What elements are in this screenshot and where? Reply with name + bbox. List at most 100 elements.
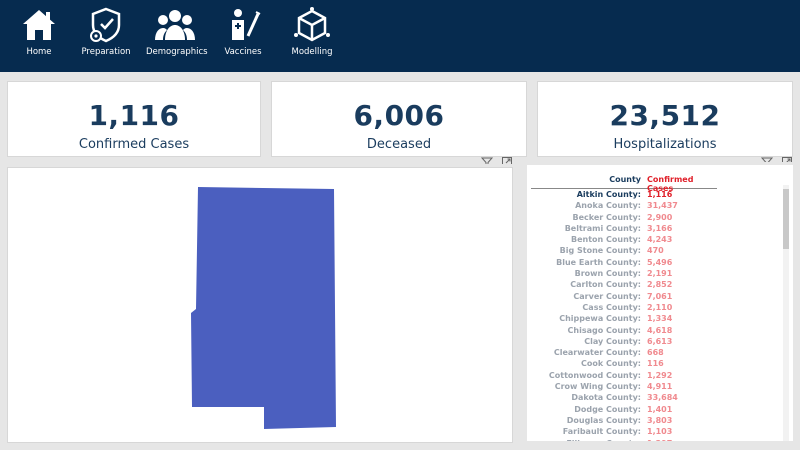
nav-demographics-label: Demographics xyxy=(146,47,208,57)
cube-network-icon xyxy=(294,7,330,42)
confirmed-cases-cell: 1,116 xyxy=(647,190,673,199)
county-name-cell: Crow Wing County: xyxy=(554,382,641,392)
table-row[interactable]: Chippewa County: 1,334 xyxy=(531,313,717,324)
county-name-cell: Fillmore County: xyxy=(566,438,641,444)
county-name-cell: Carlton County: xyxy=(570,280,641,290)
nav-modelling-button[interactable]: Modelling xyxy=(288,6,336,57)
confirmed-cases-cell: 7,061 xyxy=(647,291,673,301)
table-row[interactable]: Blue Earth County: 5,496 xyxy=(531,257,717,268)
confirmed-cases-cell: 31,437 xyxy=(647,201,678,211)
confirmed-cases-cell: 3,166 xyxy=(647,223,673,233)
table-header: County Confirmed Cases xyxy=(531,171,717,193)
table-row[interactable]: Aitkin County: 1,116 xyxy=(531,189,717,200)
county-name-cell: Chippewa County: xyxy=(559,314,641,324)
nav-vaccines-button[interactable]: Vaccines xyxy=(222,6,264,57)
table-row[interactable]: Cook County: 116 xyxy=(531,358,717,369)
scrollbar-thumb[interactable] xyxy=(783,189,789,249)
confirmed-cases-cell: 1,297 xyxy=(647,438,673,444)
county-name-cell: Faribault County: xyxy=(562,427,641,437)
table-row[interactable]: Faribault County: 1,103 xyxy=(531,426,717,437)
table-row[interactable]: Cottonwood County: 1,292 xyxy=(531,370,717,381)
nav-home-button[interactable]: Home xyxy=(16,6,62,57)
table-row[interactable]: Clearwater County: 668 xyxy=(531,347,717,358)
table-row[interactable]: Cass County: 2,110 xyxy=(531,302,717,313)
county-name-cell: Cass County: xyxy=(582,302,641,312)
vaccine-icon xyxy=(232,9,261,40)
table-row[interactable]: Carlton County: 2,852 xyxy=(531,279,717,290)
county-name-cell: Aitkin County: xyxy=(576,190,641,199)
kpi-label-confirmed-cases: Confirmed Cases xyxy=(78,137,190,152)
confirmed-cases-cell: 1,103 xyxy=(647,427,673,437)
kpi-label-deceased: Deceased xyxy=(366,137,432,152)
county-name-cell: Cook County: xyxy=(581,359,641,369)
people-icon xyxy=(155,10,195,40)
nav-modelling-label: Modelling xyxy=(291,47,333,57)
county-name-cell: Carver County: xyxy=(573,291,641,301)
county-cases-table: County Confirmed Cases Aitkin County: 1,1… xyxy=(524,162,796,444)
table-row[interactable]: Anoka County: 31,437 xyxy=(531,200,717,211)
confirmed-cases-cell: 1,292 xyxy=(647,370,673,380)
nav-vaccines-label: Vaccines xyxy=(224,47,262,57)
table-scrollbar[interactable] xyxy=(783,185,789,441)
top-navigation-bar: Home Preparation Demographics Vaccines M… xyxy=(0,0,800,72)
confirmed-cases-cell: 2,191 xyxy=(647,269,673,279)
kpi-value-deceased: 6,006 xyxy=(353,99,445,132)
confirmed-cases-cell: 1,334 xyxy=(647,314,673,324)
county-name-cell: Big Stone County: xyxy=(559,246,641,256)
table-row[interactable]: Brown County: 2,191 xyxy=(531,268,717,279)
table-row[interactable]: Dodge County: 1,401 xyxy=(531,404,717,415)
county-name-cell: Clay County: xyxy=(584,336,641,346)
table-row[interactable]: Crow Wing County: 4,911 xyxy=(531,381,717,392)
county-name-cell: Brown County: xyxy=(574,269,641,279)
county-name-cell: Douglas County: xyxy=(566,415,641,425)
confirmed-cases-cell: 470 xyxy=(647,246,664,256)
table-row[interactable]: Clay County: 6,613 xyxy=(531,336,717,347)
county-name-cell: Chisago County: xyxy=(567,325,641,335)
kpi-label-hospitalizations: Hospitalizations xyxy=(613,137,717,152)
county-name-cell: Blue Earth County: xyxy=(556,257,641,267)
confirmed-cases-cell: 2,852 xyxy=(647,280,673,290)
confirmed-cases-cell: 1,401 xyxy=(647,404,673,414)
kpi-card-confirmed-cases: 1,116 Confirmed Cases xyxy=(4,78,264,160)
nav-home-label: Home xyxy=(26,47,52,57)
table-row[interactable]: Fillmore County: 1,297 xyxy=(531,438,717,444)
nav-preparation-label: Preparation xyxy=(81,47,131,57)
county-name-cell: Anoka County: xyxy=(575,201,641,211)
confirmed-cases-cell: 3,803 xyxy=(647,415,673,425)
county-name-cell: Dodge County: xyxy=(574,404,641,414)
table-row[interactable]: Benton County: 4,243 xyxy=(531,234,717,245)
table-row[interactable]: Douglas County: 3,803 xyxy=(531,415,717,426)
table-body: Aitkin County: 1,116 Anoka County: 31,437 Be… xyxy=(531,189,717,444)
county-name-cell: Dakota County: xyxy=(571,393,641,403)
table-row[interactable]: Chisago County: 4,618 xyxy=(531,325,717,336)
aitkin-county-shape[interactable] xyxy=(191,187,336,429)
confirmed-cases-cell: 2,900 xyxy=(647,212,673,222)
table-row[interactable]: Beltrami County: 3,166 xyxy=(531,223,717,234)
kpi-card-deceased: 6,006 Deceased xyxy=(268,78,530,160)
map-visual[interactable] xyxy=(4,164,516,446)
confirmed-cases-cell: 4,243 xyxy=(647,235,673,245)
home-icon xyxy=(23,10,55,40)
kpi-card-hospitalizations: 23,512 Hospitalizations xyxy=(534,78,796,160)
nav-preparation-button[interactable]: Preparation xyxy=(80,6,132,57)
confirmed-cases-cell: 668 xyxy=(647,348,664,358)
confirmed-cases-cell: 116 xyxy=(647,359,664,369)
kpi-value-confirmed-cases: 1,116 xyxy=(88,99,180,132)
shield-gear-icon xyxy=(90,7,121,43)
table-row[interactable]: Carver County: 7,061 xyxy=(531,291,717,302)
table-row[interactable]: Dakota County: 33,684 xyxy=(531,392,717,403)
column-header-county[interactable]: County xyxy=(609,175,641,184)
confirmed-cases-cell: 2,110 xyxy=(647,302,673,312)
table-row[interactable]: Big Stone County: 470 xyxy=(531,245,717,256)
confirmed-cases-cell: 33,684 xyxy=(647,393,678,403)
nav-demographics-button[interactable]: Demographics xyxy=(146,6,208,57)
county-name-cell: Beltrami County: xyxy=(564,223,641,233)
confirmed-cases-cell: 4,618 xyxy=(647,325,673,335)
county-name-cell: Cottonwood County: xyxy=(548,370,641,380)
confirmed-cases-cell: 6,613 xyxy=(647,336,673,346)
county-name-cell: Becker County: xyxy=(572,212,641,222)
confirmed-cases-cell: 5,496 xyxy=(647,257,673,267)
county-map xyxy=(191,187,336,429)
county-name-cell: Clearwater County: xyxy=(553,348,641,358)
table-row[interactable]: Becker County: 2,900 xyxy=(531,212,717,223)
